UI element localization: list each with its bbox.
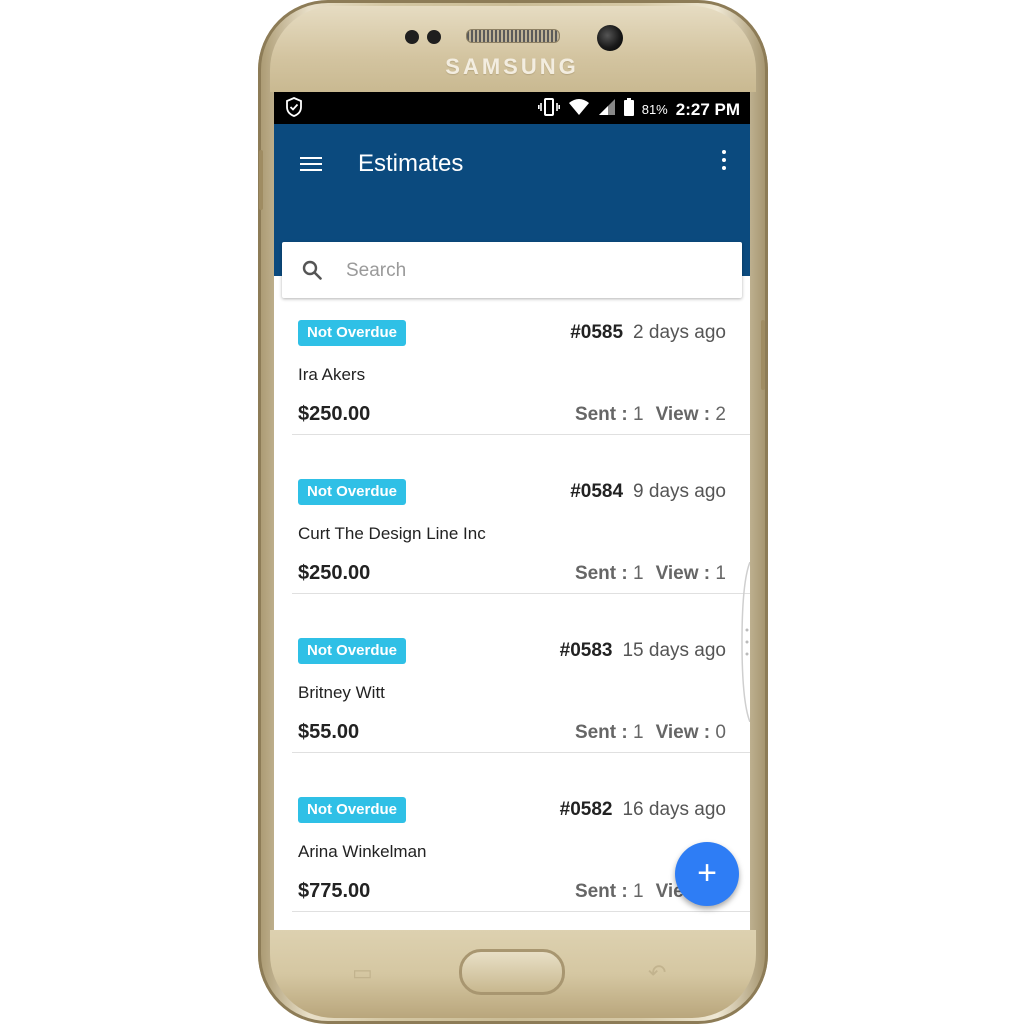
estimate-age: 2 days ago (633, 322, 726, 343)
estimate-list: Not Overdue #0585 2 days ago Ira Akers $2… (274, 276, 750, 912)
estimate-age: 16 days ago (622, 799, 726, 820)
signal-icon (598, 98, 616, 121)
estimate-stats: Sent : 1 View : 0 (575, 722, 726, 744)
status-badge: Not Overdue (298, 320, 407, 346)
estimate-card[interactable]: Not Overdue #0584 9 days ago Curt The Des… (292, 435, 750, 594)
estimate-meta: #0584 9 days ago (570, 481, 726, 503)
front-camera (597, 25, 623, 51)
estimate-amount: $250.00 (298, 403, 371, 425)
back-icon[interactable]: ↶ (648, 960, 666, 986)
brand-logo: SAMSUNG (445, 54, 579, 79)
client-name: Britney Witt (298, 683, 385, 702)
client-name: Arina Winkelman (298, 842, 427, 861)
status-badge: Not Overdue (298, 479, 407, 505)
recent-apps-icon[interactable]: ▭ (352, 960, 373, 986)
view-count: 2 (715, 404, 726, 425)
vibrate-icon (537, 98, 560, 121)
app-bar: Estimates (274, 124, 750, 298)
client-name: Curt The Design Line Inc (298, 524, 486, 543)
menu-icon[interactable] (300, 154, 322, 172)
status-bar: 81% 2:27 PM (274, 92, 750, 124)
status-time: 2:27 PM (675, 99, 740, 119)
estimate-stats: Sent : 1 View : 2 (575, 404, 726, 426)
battery-icon (623, 98, 634, 121)
estimate-number: #0585 (570, 322, 624, 343)
estimate-stats: Sent : 1View : 1 (575, 563, 726, 585)
add-icon: + (697, 854, 717, 892)
estimate-amount: $250.00 (298, 562, 371, 584)
view-count: 0 (715, 722, 726, 743)
proximity-sensor (405, 30, 419, 44)
estimate-number: #0582 (559, 799, 613, 820)
estimate-number: #0583 (559, 640, 613, 661)
estimate-card[interactable]: Not Overdue #0585 2 days ago Ira Akers $2… (292, 276, 750, 435)
view-count: 1 (715, 563, 726, 584)
wifi-icon (568, 98, 590, 121)
sent-label: Sent : (574, 722, 628, 743)
estimate-amount: $55.00 (298, 721, 360, 743)
sent-count: 1 (633, 881, 644, 902)
estimate-age: 15 days ago (622, 640, 726, 661)
estimate-amount: $775.00 (298, 880, 371, 902)
sent-label: Sent : (574, 881, 628, 902)
volume-button (259, 150, 263, 210)
light-sensor (427, 30, 441, 44)
sent-count: 1 (633, 563, 644, 584)
estimate-meta: #0582 16 days ago (560, 799, 726, 821)
status-badge: Not Overdue (298, 797, 407, 823)
home-button[interactable] (459, 949, 565, 995)
view-label: View : (655, 722, 711, 743)
overflow-menu-icon[interactable] (722, 150, 728, 174)
add-estimate-button[interactable]: + (675, 842, 739, 906)
estimate-number: #0584 (570, 481, 624, 502)
estimate-meta: #0585 2 days ago (570, 322, 726, 344)
shield-icon (286, 97, 302, 122)
sent-label: Sent : (574, 404, 628, 425)
earpiece-speaker (466, 29, 560, 43)
view-label: View : (655, 404, 711, 425)
sent-label: Sent : (574, 563, 628, 584)
power-button (761, 320, 765, 390)
edge-panel-handle[interactable] (740, 561, 750, 723)
sent-count: 1 (633, 722, 644, 743)
estimate-card[interactable]: Not Overdue #0583 15 days ago Britney Wit… (292, 594, 750, 753)
sent-count: 1 (633, 404, 644, 425)
screen: 81% 2:27 PM Estimates Not Overdue #0585 2… (274, 92, 750, 930)
page-title: Estimates (358, 150, 464, 177)
status-badge: Not Overdue (298, 638, 407, 664)
view-label: View : (655, 563, 711, 584)
estimate-age: 9 days ago (633, 481, 726, 502)
battery-percent: 81% (641, 102, 668, 117)
estimate-meta: #0583 15 days ago (560, 640, 726, 662)
client-name: Ira Akers (298, 365, 366, 384)
